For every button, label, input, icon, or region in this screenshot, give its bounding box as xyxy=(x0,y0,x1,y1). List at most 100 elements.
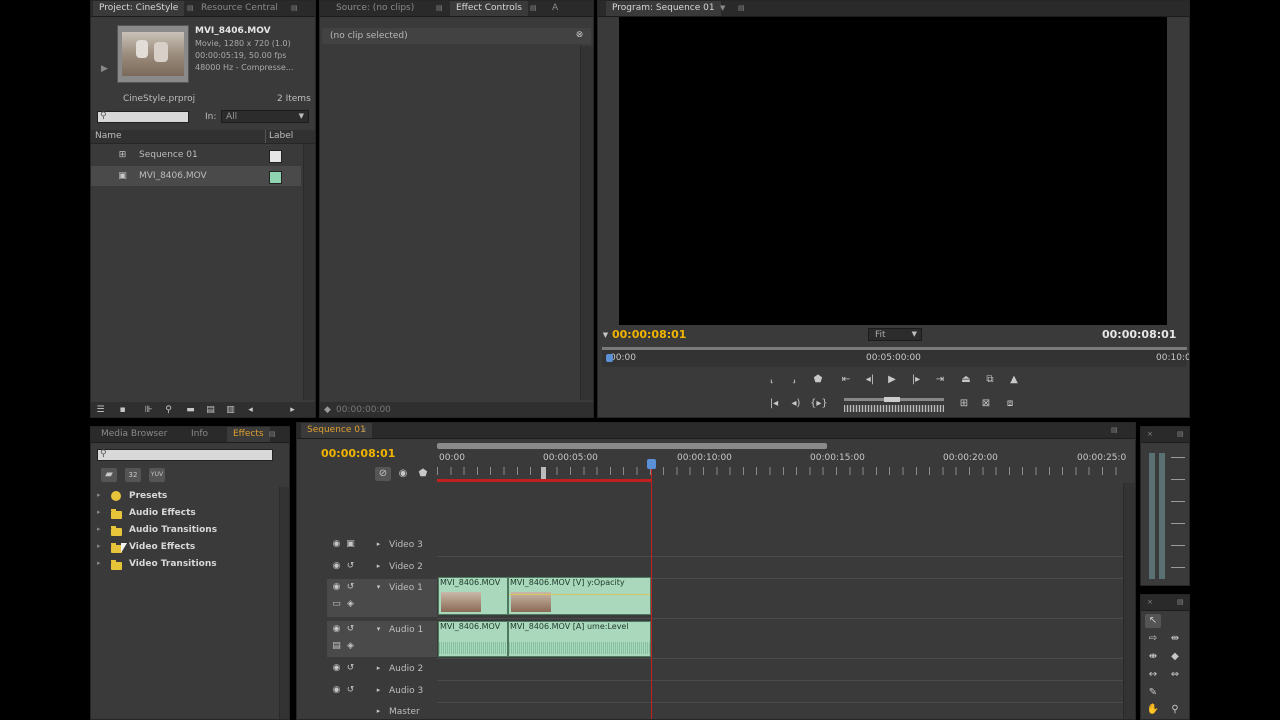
icon-view-icon[interactable]: ▪ xyxy=(117,405,128,416)
tab-project[interactable]: Project: CineStyle xyxy=(93,1,185,16)
find-icon[interactable]: ⚲ xyxy=(163,405,174,416)
expand-arrow-icon[interactable]: ▸ xyxy=(97,491,101,499)
tab-resource-central[interactable]: Resource Central xyxy=(195,1,284,16)
expand-arrow-icon[interactable]: ▸ xyxy=(97,559,101,567)
expand-arrow-icon[interactable]: ▸ xyxy=(373,561,384,572)
playhead-marker[interactable] xyxy=(606,354,613,362)
slide-tool-icon[interactable]: ⇔ xyxy=(1167,668,1183,682)
mark-out-icon[interactable]: ⸥ xyxy=(786,373,802,387)
pen-tool-icon[interactable]: ✎ xyxy=(1145,686,1161,700)
keyframe-icon[interactable]: ◈ xyxy=(345,641,356,652)
eye-icon[interactable]: ◉ xyxy=(331,539,342,550)
play-preview-icon[interactable]: ▶ xyxy=(99,64,110,75)
tab-audio-mixer[interactable]: A xyxy=(546,1,564,16)
list-item[interactable]: ▣ MVI_8406.MOV xyxy=(91,166,301,186)
speaker-icon[interactable]: ◉ xyxy=(331,685,342,696)
eye-icon[interactable]: ◉ xyxy=(331,582,342,593)
playhead-handle[interactable] xyxy=(647,459,656,469)
work-area-bar[interactable] xyxy=(437,443,827,449)
tree-item-video-effects[interactable]: ▸ Video Effects xyxy=(91,540,271,556)
tab-source[interactable]: Source: (no clips) xyxy=(330,1,420,16)
tree-item-video-transitions[interactable]: ▸ Video Transitions xyxy=(91,557,271,573)
selection-tool-icon[interactable]: ↖ xyxy=(1145,614,1161,628)
loop-icon[interactable]: ◂) xyxy=(788,397,804,411)
collapse-arrow-icon[interactable]: ▾ xyxy=(373,624,384,635)
scroll-left-icon[interactable]: ◂ xyxy=(245,405,256,416)
rolling-edit-tool-icon[interactable]: ⇼ xyxy=(1145,650,1161,664)
audio-clip[interactable]: MVI_8406.MOV xyxy=(438,621,508,657)
close-icon[interactable]: × xyxy=(1147,430,1156,439)
program-current-timecode[interactable]: 00:00:08:01 xyxy=(612,328,686,341)
hand-tool-icon[interactable]: ✋ xyxy=(1145,703,1161,717)
play-icon[interactable]: ▶ xyxy=(884,373,900,387)
track-select-tool-icon[interactable]: ⇨ xyxy=(1145,632,1161,646)
sync-lock-icon[interactable]: ↺ xyxy=(345,624,356,635)
new-bin-icon[interactable]: ▬ xyxy=(185,405,196,416)
timeline-ruler[interactable]: 00:00 00:00:05:00 00:00:10:00 00:00:15:0… xyxy=(437,451,1126,483)
search-input[interactable]: ⚲ xyxy=(97,111,189,123)
expand-arrow-icon[interactable]: ▸ xyxy=(373,539,384,550)
speaker-icon[interactable]: ◉ xyxy=(331,624,342,635)
ec-timecode[interactable]: 00:00:00:00 xyxy=(336,405,391,415)
expand-arrow-icon[interactable]: ▸ xyxy=(373,663,384,674)
safe-margins-icon[interactable]: ⊞ xyxy=(956,397,972,411)
panel-menu-icon[interactable]: ▤ xyxy=(291,4,300,13)
fit-dropdown[interactable]: Fit ▼ xyxy=(868,328,922,341)
display-style-icon[interactable]: ▭ xyxy=(331,599,342,610)
tree-item-audio-effects[interactable]: ▸ Audio Effects xyxy=(91,506,271,522)
col-label[interactable]: Label xyxy=(269,131,293,141)
list-scrollbar[interactable] xyxy=(303,144,315,400)
razor-tool-icon[interactable]: ◆ xyxy=(1167,650,1183,664)
lift-icon[interactable]: ⏏ xyxy=(958,373,974,387)
tab-info[interactable]: Info xyxy=(185,427,214,442)
mark-in-icon[interactable]: ⸤ xyxy=(764,373,780,387)
go-to-previous-edit-icon[interactable]: |◂ xyxy=(766,397,782,411)
trim-icon[interactable]: ⧈ xyxy=(1002,397,1018,411)
opacity-rubber-band[interactable] xyxy=(509,594,650,595)
keyframe-icon[interactable]: ◈ xyxy=(345,599,356,610)
speaker-icon[interactable]: ◉ xyxy=(331,663,342,674)
go-to-out-icon[interactable]: ⇥ xyxy=(932,373,948,387)
tab-media-browser[interactable]: Media Browser xyxy=(95,427,173,442)
32-bit-effects-icon[interactable]: 32 xyxy=(125,468,141,482)
yuv-effects-icon[interactable]: YUV xyxy=(149,468,165,482)
timeline-timecode[interactable]: 00:00:08:01 xyxy=(321,447,395,460)
step-forward-icon[interactable]: |▸ xyxy=(908,373,924,387)
work-area-handle[interactable] xyxy=(541,467,546,479)
new-item-icon[interactable]: ▤ xyxy=(205,405,216,416)
video-clip[interactable]: MVI_8406.MOV xyxy=(438,577,508,615)
expand-arrow-icon[interactable]: ▸ xyxy=(97,542,101,550)
playhead[interactable] xyxy=(651,461,652,719)
set-encore-marker-icon[interactable]: ◉ xyxy=(395,467,411,481)
tab-program[interactable]: Program: Sequence 01 xyxy=(606,1,721,16)
effects-search-input[interactable]: ⚲ xyxy=(97,449,273,461)
ripple-edit-tool-icon[interactable]: ⇹ xyxy=(1167,632,1183,646)
zoom-tool-icon[interactable]: ⚲ xyxy=(1167,703,1183,717)
trash-icon[interactable]: ▥ xyxy=(225,405,236,416)
panel-menu-icon[interactable]: ▤ xyxy=(436,4,445,13)
step-back-icon[interactable]: ◂| xyxy=(862,373,878,387)
panel-menu-icon[interactable]: ▤ xyxy=(530,4,539,13)
panel-menu-icon[interactable]: ▤ xyxy=(738,4,747,13)
panel-menu-icon[interactable]: ▤ xyxy=(269,430,278,439)
panel-menu-icon[interactable]: ▤ xyxy=(1111,426,1120,435)
panel-menu-icon[interactable]: ▤ xyxy=(1177,430,1186,439)
automate-icon[interactable]: ⊪ xyxy=(143,405,154,416)
audio-clip[interactable]: MVI_8406.MOV [A] ume:Level xyxy=(508,621,651,657)
extract-icon[interactable]: ⧉ xyxy=(982,373,998,387)
scroll-right-icon[interactable]: ▸ xyxy=(287,405,298,416)
panel-menu-icon[interactable]: ▤ xyxy=(1177,598,1186,607)
play-in-to-out-icon[interactable]: {▸} xyxy=(810,397,828,411)
chevron-down-icon[interactable]: ▼ xyxy=(720,4,729,13)
waveform-icon[interactable]: ▤ xyxy=(331,641,342,652)
output-icon[interactable]: ⊠ xyxy=(978,397,994,411)
program-ruler[interactable]: 00:00 00:05:00:00 00:10:0 xyxy=(602,347,1189,367)
list-view-icon[interactable]: ☰ xyxy=(95,405,106,416)
expand-arrow-icon[interactable]: ▸ xyxy=(373,706,384,717)
in-dropdown[interactable]: All ▼ xyxy=(221,110,309,123)
ec-scrollbar[interactable] xyxy=(580,46,593,400)
expand-arrow-icon[interactable]: ▸ xyxy=(97,525,101,533)
col-name[interactable]: Name xyxy=(95,131,122,141)
expand-arrow-icon[interactable]: ▸ xyxy=(97,508,101,516)
sync-lock-icon[interactable]: ↺ xyxy=(345,561,356,572)
